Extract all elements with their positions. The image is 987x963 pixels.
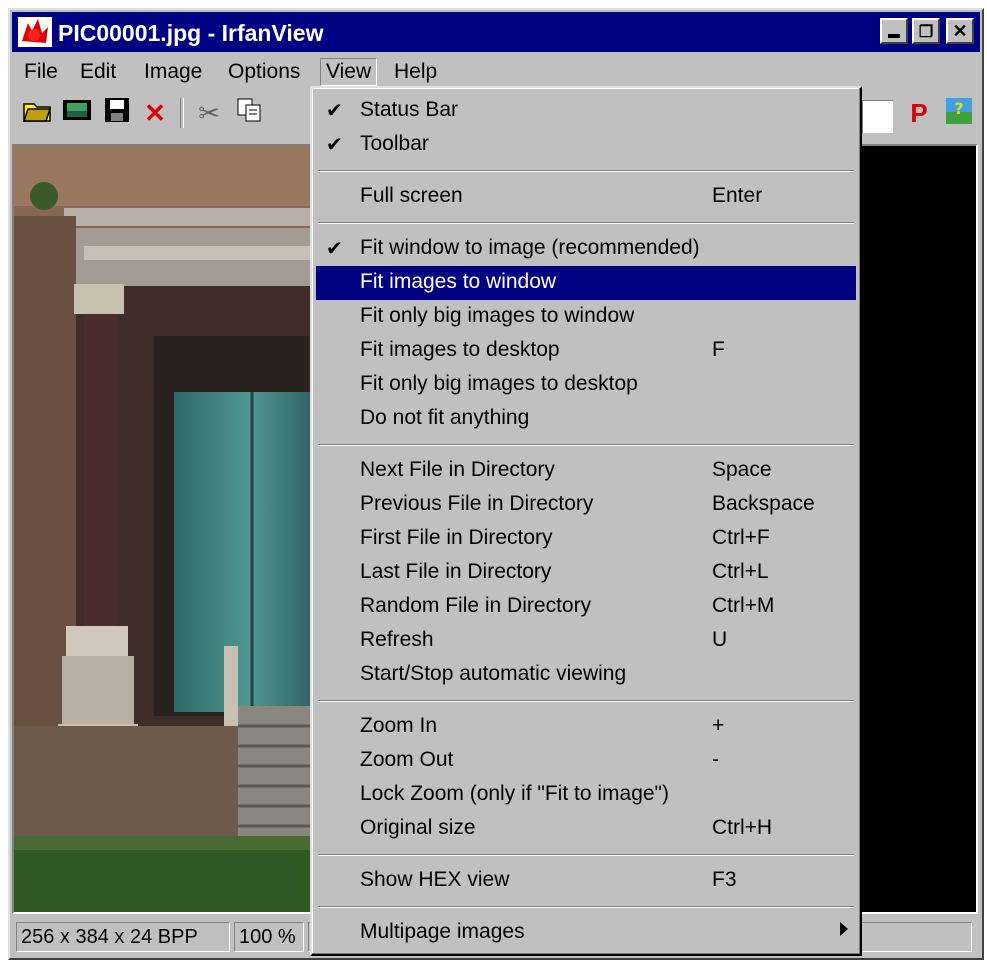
menu-item-shortcut: - [712,748,719,771]
menu-item-label: Do not fit anything [360,406,530,429]
menu-item-last-file-in-directory[interactable]: Last File in Directory Ctrl+L [316,556,856,590]
save-icon[interactable] [100,96,134,130]
menu-item-shortcut: Ctrl+L [712,560,769,583]
menu-item-label: Fit window to image (recommended) [360,236,700,259]
svg-text:?: ? [954,99,963,118]
menu-item-refresh[interactable]: Refresh U [316,624,856,658]
menu-item-shortcut: U [712,628,728,651]
menu-item-label: Original size [360,816,476,839]
slideshow-icon[interactable] [60,96,94,130]
menu-separator [318,906,854,908]
status-zoom: 100 % [234,922,304,952]
menu-separator [318,170,854,172]
window-title: PIC00001.jpg - IrfanView [58,20,324,46]
plugin-icon[interactable]: ? [942,96,976,130]
menu-item-show-hex-view[interactable]: Show HEX view F3 [316,864,856,898]
menu-item-fit-window-to-image-recommended[interactable]: ✔ Fit window to image (recommended) [316,232,856,266]
menu-item-fit-only-big-images-to-window[interactable]: Fit only big images to window [316,300,856,334]
menu-separator [318,222,854,224]
menu-bar: File Edit Image Options View Help [12,54,980,88]
menu-item-label: Show HEX view [360,868,510,891]
menu-item-shortcut: Backspace [712,492,815,515]
menu-item-label: Lock Zoom (only if "Fit to image") [360,782,670,805]
menu-item-label: Fit images to desktop [360,338,560,361]
status-dimensions: 256 x 384 x 24 BPP [16,922,230,952]
menu-item-start-stop-automatic-viewing[interactable]: Start/Stop automatic viewing [316,658,856,692]
view-menu-dropdown: ✔ Status Bar ✔ Toolbar Full screen Enter ✔ Fit … [310,86,862,956]
menu-item-random-file-in-directory[interactable]: Random File in Directory Ctrl+M [316,590,856,624]
restore-icon: ❐ [918,24,934,41]
submenu-arrow-icon [840,922,848,936]
menu-options[interactable]: Options [222,58,306,86]
menu-item-zoom-out[interactable]: Zoom Out - [316,744,856,778]
menu-item-label: Toolbar [360,132,429,155]
menu-item-label: Previous File in Directory [360,492,594,515]
restore-button[interactable]: ❐ [912,18,940,44]
menu-item-label: Full screen [360,184,463,207]
checkmark-icon: ✔ [326,238,343,260]
menu-item-label: Refresh [360,628,434,651]
menu-item-label: Last File in Directory [360,560,552,583]
print-icon[interactable]: P [902,96,936,130]
menu-item-shortcut: Enter [712,184,763,207]
menu-item-status-bar[interactable]: ✔ Status Bar [316,94,856,128]
menu-edit[interactable]: Edit [74,58,122,86]
close-icon: ✕ [952,21,968,41]
menu-item-full-screen[interactable]: Full screen Enter [316,180,856,214]
menu-item-shortcut: Ctrl+M [712,594,775,617]
menu-file[interactable]: File [18,58,64,86]
toolbar-input-box[interactable] [862,100,893,133]
menu-separator [318,700,854,702]
delete-icon[interactable]: ✕ [138,96,172,130]
menu-item-label: First File in Directory [360,526,553,549]
toolbar-separator [180,98,184,128]
menu-item-label: Multipage images [360,920,525,943]
menu-item-toolbar[interactable]: ✔ Toolbar [316,128,856,162]
menu-item-label: Start/Stop automatic viewing [360,662,627,685]
menu-item-label: Fit only big images to window [360,304,635,327]
menu-item-first-file-in-directory[interactable]: First File in Directory Ctrl+F [316,522,856,556]
menu-separator [318,444,854,446]
menu-item-shortcut: + [712,714,725,737]
menu-item-fit-images-to-window[interactable]: Fit images to window [316,266,856,300]
menu-item-multipage-images[interactable]: Multipage images [316,916,856,950]
open-folder-icon[interactable] [20,96,54,130]
menu-item-label: Zoom Out [360,748,454,771]
menu-item-original-size[interactable]: Original size Ctrl+H [316,812,856,846]
menu-view[interactable]: View [320,58,378,86]
menu-item-label: Next File in Directory [360,458,555,481]
checkmark-icon: ✔ [326,134,343,156]
menu-item-fit-only-big-images-to-desktop[interactable]: Fit only big images to desktop [316,368,856,402]
menu-item-label: Zoom In [360,714,438,737]
copy-icon[interactable] [232,96,266,130]
menu-item-label: Status Bar [360,98,459,121]
menu-item-label: Random File in Directory [360,594,592,617]
menu-item-shortcut: Space [712,458,772,481]
menu-item-previous-file-in-directory[interactable]: Previous File in Directory Backspace [316,488,856,522]
menu-item-label: Fit images to window [360,270,557,293]
cut-icon[interactable]: ✂ [192,96,226,130]
menu-item-zoom-in[interactable]: Zoom In + [316,710,856,744]
menu-item-shortcut: Ctrl+F [712,526,770,549]
checkmark-icon: ✔ [326,100,343,122]
irfanview-app-icon[interactable] [18,17,52,47]
menu-item-shortcut: Ctrl+H [712,816,773,839]
menu-item-next-file-in-directory[interactable]: Next File in Directory Space [316,454,856,488]
minimize-icon [888,34,900,38]
close-button[interactable]: ✕ [946,18,974,44]
menu-item-shortcut: F3 [712,868,737,891]
menu-separator [318,854,854,856]
menu-image[interactable]: Image [138,58,208,86]
photo-temple-door [14,146,324,912]
menu-item-shortcut: F [712,338,725,361]
title-bar[interactable]: PIC00001.jpg - IrfanView ❐ ✕ [12,12,980,52]
menu-item-label: Fit only big images to desktop [360,372,638,395]
menu-help[interactable]: Help [388,58,443,86]
menu-item-do-not-fit-anything[interactable]: Do not fit anything [316,402,856,436]
menu-item-lock-zoom-only-if-fit-to-image[interactable]: Lock Zoom (only if "Fit to image") [316,778,856,812]
menu-item-fit-images-to-desktop[interactable]: Fit images to desktop F [316,334,856,368]
minimize-button[interactable] [880,18,908,44]
